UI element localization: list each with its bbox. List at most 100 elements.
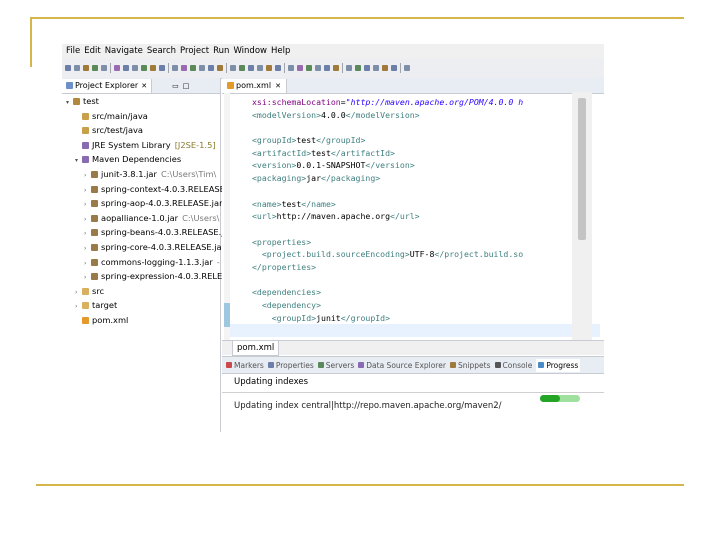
tree-item[interactable]: pom.xml <box>62 313 220 328</box>
tree-item[interactable]: › commons-logging-1.1.3.jar - <box>62 255 220 270</box>
toolbar-button-icon[interactable] <box>364 65 370 71</box>
view-tab-data-source-explorer[interactable]: Data Source Explorer <box>358 361 446 370</box>
toolbar-button-icon[interactable] <box>65 65 71 71</box>
toolbar-button-icon[interactable] <box>391 65 397 71</box>
toolbar-button-icon[interactable] <box>101 65 107 71</box>
toolbar-button-icon[interactable] <box>92 65 98 71</box>
menu-help[interactable]: Help <box>271 46 290 56</box>
code-token: jar <box>306 173 322 184</box>
toolbar-button-icon[interactable] <box>346 65 352 71</box>
code-line: <url>http://maven.apache.org</url> <box>252 210 523 223</box>
menu-run[interactable]: Run <box>213 46 229 56</box>
jar-icon <box>91 258 98 266</box>
tree-item-label: test <box>83 96 99 106</box>
toolbar-button-icon[interactable] <box>257 65 263 71</box>
view-tab-servers[interactable]: Servers <box>317 360 355 370</box>
toolbar-button-icon[interactable] <box>333 65 339 71</box>
maximize-icon[interactable]: □ <box>183 82 190 90</box>
toolbar-button-icon[interactable] <box>324 65 330 71</box>
project-explorer-tab[interactable]: Project Explorer ✕ <box>62 78 153 93</box>
close-icon[interactable]: ✕ <box>275 82 281 90</box>
minimize-icon[interactable]: ▭ <box>172 82 179 90</box>
toolbar-button-icon[interactable] <box>114 65 120 71</box>
toolbar-button-icon[interactable] <box>275 65 281 71</box>
tree-item[interactable]: › spring-context-4.0.3.RELEASE <box>62 182 225 197</box>
close-icon[interactable]: ✕ <box>141 82 147 90</box>
code-line: <modelVersion>4.0.0</modelVersion> <box>252 109 523 122</box>
servers-icon <box>317 362 324 368</box>
tree-item[interactable]: ▾ Maven Dependencies <box>62 152 220 167</box>
toolbar-button-icon[interactable] <box>297 65 303 71</box>
toolbar-button-icon[interactable] <box>123 65 129 71</box>
toolbar-button-icon[interactable] <box>248 65 254 71</box>
tree-item[interactable]: › target <box>62 298 220 313</box>
toolbar-button-icon[interactable] <box>230 65 236 71</box>
source-folder-icon <box>82 127 89 135</box>
toolbar-button-icon[interactable] <box>181 65 187 71</box>
view-tab-label: Servers <box>325 360 355 370</box>
slide-top-rule <box>30 17 684 19</box>
code-token: test <box>311 147 331 158</box>
toolbar-button-icon[interactable] <box>83 65 89 71</box>
tree-item[interactable]: › src <box>62 284 220 299</box>
toolbar-button-icon[interactable] <box>266 65 272 71</box>
library-icon <box>82 141 89 149</box>
tree-item[interactable]: src/main/java <box>62 109 220 124</box>
view-tab-label: Data Source Explorer <box>366 360 446 370</box>
tree-item[interactable]: src/test/java <box>62 123 220 138</box>
scrollbar-thumb[interactable] <box>578 98 586 240</box>
toolbar-button-icon[interactable] <box>239 65 245 71</box>
xml-code[interactable]: xsi:schemaLocation="http://maven.apache.… <box>252 96 523 324</box>
menu-file[interactable]: File <box>66 46 80 56</box>
toolbar-button-icon[interactable] <box>159 65 165 71</box>
tree-item[interactable]: › spring-aop-4.0.3.RELEASE.jar <box>62 196 223 211</box>
view-tab-progress[interactable]: Progress <box>536 358 581 372</box>
toolbar-button-icon[interactable] <box>199 65 205 71</box>
menu-edit[interactable]: Edit <box>84 46 100 56</box>
view-tab-snippets[interactable]: Snippets <box>449 361 491 370</box>
toolbar-button-icon[interactable] <box>172 65 178 71</box>
code-line: <groupId>junit</groupId> <box>252 312 523 325</box>
code-token: <project.build.sourceEncoding> <box>261 249 410 260</box>
toolbar-button-icon[interactable] <box>217 65 223 71</box>
toolbar-button-icon[interactable] <box>306 65 312 71</box>
menu-window[interactable]: Window <box>233 46 267 56</box>
tree-item[interactable]: ▾ test <box>62 94 220 109</box>
toolbar-button-icon[interactable] <box>288 65 294 71</box>
tree-item-decoration: C:\Users\Tim\ <box>160 168 217 179</box>
tree-item-label: target <box>92 300 118 311</box>
toolbar-separator <box>168 63 169 73</box>
view-tab-console[interactable]: Console <box>494 361 532 370</box>
tree-item[interactable]: JRE System Library [J2SE-1.5] <box>62 138 220 153</box>
toolbar-button-icon[interactable] <box>141 65 147 71</box>
tree-item-label: Maven Dependencies <box>92 154 182 165</box>
editor-tab-pom[interactable]: pom.xml ✕ <box>222 78 287 93</box>
code-token: </name> <box>301 198 336 209</box>
tree-item[interactable]: › spring-core-4.0.3.RELEASE.jar <box>62 240 225 255</box>
toolbar-button-icon[interactable] <box>382 65 388 71</box>
tree-item[interactable]: › aopalliance-1.0.jar C:\Users\ <box>62 211 220 226</box>
tree-item-label: spring-core-4.0.3.RELEASE.jar <box>101 241 226 252</box>
menu-project[interactable]: Project <box>180 46 209 56</box>
tree-item[interactable]: › spring-beans-4.0.3.RELEASE.ja <box>62 225 229 240</box>
view-tab-markers[interactable]: Markers <box>226 361 264 370</box>
menu-search[interactable]: Search <box>147 46 176 56</box>
toolbar-button-icon[interactable] <box>150 65 156 71</box>
code-token: test <box>296 135 317 146</box>
toolbar-button-icon[interactable] <box>404 65 410 71</box>
editor-vertical-scrollbar[interactable] <box>572 92 592 340</box>
tree-item[interactable]: › spring-expression-4.0.3.RELEA <box>62 269 228 284</box>
editor-page-tab-pom[interactable]: pom.xml <box>232 341 280 356</box>
view-tab-properties[interactable]: Properties <box>267 361 314 370</box>
toolbar-button-icon[interactable] <box>74 65 80 71</box>
toolbar-button-icon[interactable] <box>373 65 379 71</box>
toolbar-button-icon[interactable] <box>132 65 138 71</box>
project-explorer-icon <box>66 82 73 89</box>
toolbar-button-icon[interactable] <box>355 65 361 71</box>
tree-item[interactable]: › junit-3.8.1.jar C:\Users\Tim\ <box>62 167 220 182</box>
toolbar-button-icon[interactable] <box>208 65 214 71</box>
toolbar-button-icon[interactable] <box>190 65 196 71</box>
menu-navigate[interactable]: Navigate <box>105 46 143 56</box>
toolbar-button-icon[interactable] <box>315 65 321 71</box>
code-token: <dependency> <box>261 300 322 310</box>
